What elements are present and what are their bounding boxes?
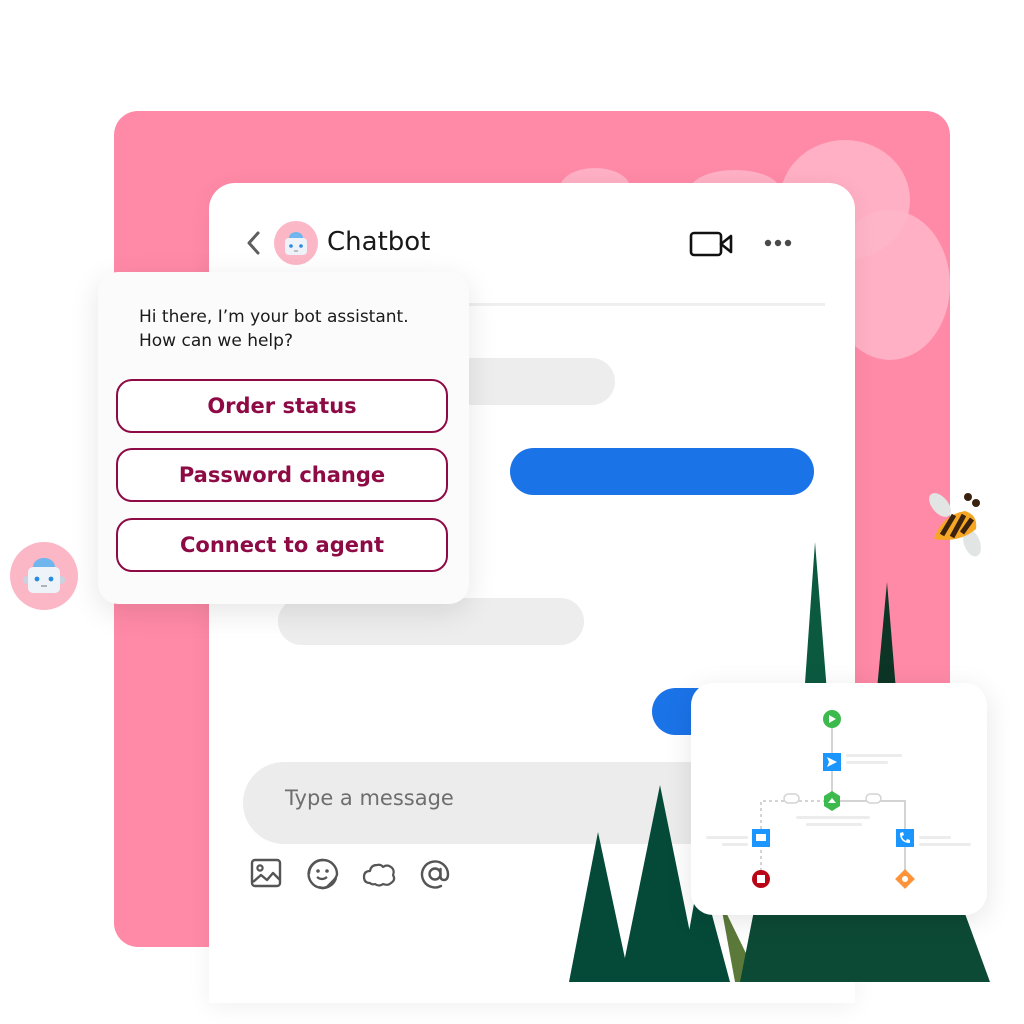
more-options-button[interactable] bbox=[763, 236, 793, 250]
greeting-line-1: Hi there, I’m your bot assistant. bbox=[139, 307, 409, 327]
flow-diagram bbox=[706, 710, 971, 889]
bot-avatar bbox=[274, 221, 318, 265]
robot-icon bbox=[285, 232, 307, 255]
connector-pill bbox=[865, 793, 882, 804]
incoming-message-bubble bbox=[278, 598, 584, 645]
chat-title: Chatbot bbox=[327, 227, 431, 257]
password-change-button[interactable]: Password change bbox=[116, 448, 448, 502]
bot-greeting-text: Hi there, I’m your bot assistant. How ca… bbox=[139, 305, 409, 353]
bee-illustration bbox=[929, 493, 981, 557]
video-call-button[interactable] bbox=[689, 230, 735, 258]
bot-avatar-large bbox=[10, 542, 78, 610]
more-horizontal-icon bbox=[764, 239, 792, 247]
chevron-left-icon bbox=[247, 231, 260, 255]
attach-image-button[interactable] bbox=[249, 856, 285, 892]
back-button[interactable] bbox=[243, 230, 265, 256]
phone-end-node bbox=[895, 869, 915, 889]
mention-button[interactable] bbox=[417, 856, 453, 892]
greeting-line-2: How can we help? bbox=[139, 331, 293, 351]
flow-builder-card bbox=[691, 683, 987, 915]
phone-action-node bbox=[896, 829, 914, 847]
sticker-emoji-icon bbox=[307, 858, 339, 890]
stop-icon bbox=[757, 875, 765, 883]
connector-pill bbox=[783, 793, 800, 804]
cloud-icon bbox=[362, 863, 396, 887]
phone-icon bbox=[902, 876, 908, 882]
email-action-node bbox=[752, 829, 770, 847]
start-node bbox=[823, 710, 841, 728]
sticker-button[interactable] bbox=[305, 856, 341, 892]
image-icon bbox=[250, 858, 282, 888]
order-status-button[interactable]: Order status bbox=[116, 379, 448, 433]
bot-greeting-popup: Hi there, I’m your bot assistant. How ca… bbox=[98, 272, 469, 604]
send-action-node bbox=[823, 753, 841, 771]
email-icon bbox=[756, 834, 766, 841]
cloud-button[interactable] bbox=[361, 856, 397, 892]
connect-to-agent-button[interactable]: Connect to agent bbox=[116, 518, 448, 572]
message-input-placeholder: Type a message bbox=[285, 786, 454, 810]
video-camera-icon bbox=[689, 231, 733, 257]
stop-end-node bbox=[752, 870, 770, 888]
at-mention-icon bbox=[420, 860, 450, 889]
decision-node bbox=[824, 791, 840, 811]
robot-icon bbox=[23, 558, 65, 593]
outgoing-message-bubble bbox=[510, 448, 814, 495]
message-input[interactable]: Type a message bbox=[243, 762, 713, 844]
